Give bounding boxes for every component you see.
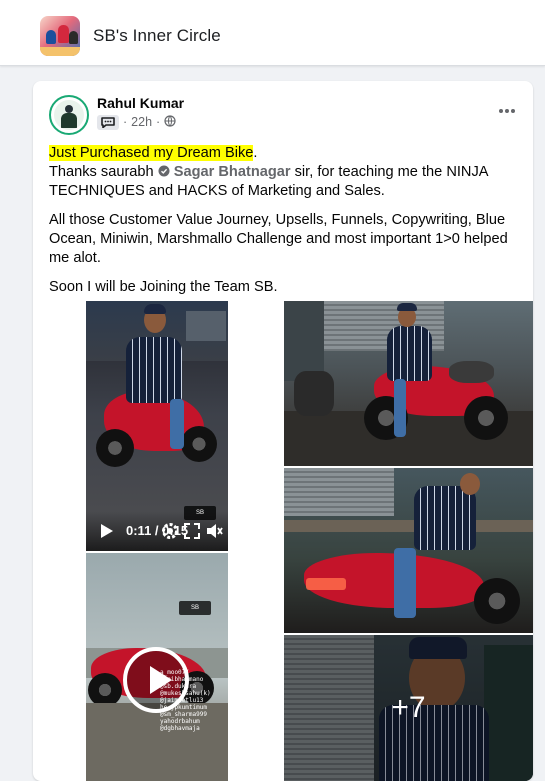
mention-link[interactable]: Sagar Bhatnagar [174,164,291,180]
author-name[interactable]: Rahul Kumar [97,95,184,111]
globe-icon [164,114,176,130]
video-tile[interactable]: SB 0:11 / 0:15 [86,301,228,551]
group-name[interactable]: SB's Inner Circle [93,26,221,46]
highlighted-text: Just Purchased my Dream Bike [49,145,254,161]
photo-tile[interactable] [284,301,533,466]
meta-separator: · [156,115,161,129]
post-timestamp[interactable]: 22h [131,115,152,129]
fullscreen-icon[interactable] [182,521,202,541]
post-paragraph-2: All those Customer Value Journey, Upsell… [49,212,508,266]
media-grid: SB 0:11 / 0:15 [33,298,533,781]
settings-gear-icon[interactable] [160,521,180,541]
meta-separator: · [123,115,128,129]
group-chat-icon [97,114,119,130]
verified-badge-icon [158,165,170,177]
post-text: Just Purchased my Dream Bike. Thanks sau… [49,144,519,307]
group-header: SB's Inner Circle [0,0,545,66]
post-paragraph-1: Just Purchased my Dream Bike. Thanks sau… [49,145,488,199]
photo-tile[interactable]: +7 [284,635,533,781]
volume-mute-icon[interactable] [204,521,224,541]
more-horizontal-icon [499,109,515,113]
author-avatar[interactable] [49,95,89,135]
photo-tile[interactable] [284,468,533,633]
watermark-logo: SB [179,601,211,615]
video-tile[interactable]: SB a_moo07/ @vaibhavmano @sb.dukhra @muk… [86,553,228,781]
more-options-button[interactable] [495,101,519,121]
play-icon[interactable] [96,521,116,541]
post-paragraph-3: Soon I will be Joining the Team SB. [49,279,278,295]
more-photos-count[interactable]: +7 [284,635,533,781]
group-cover-thumbnail[interactable] [40,16,80,56]
post-meta: · 22h · [97,114,176,130]
post-card: Rahul Kumar · 22h · Just Purchased my Dr… [33,81,533,781]
video-overlay-caption: a_moo07/ @vaibhavmano @sb.dukhra @mukesh… [160,669,211,732]
